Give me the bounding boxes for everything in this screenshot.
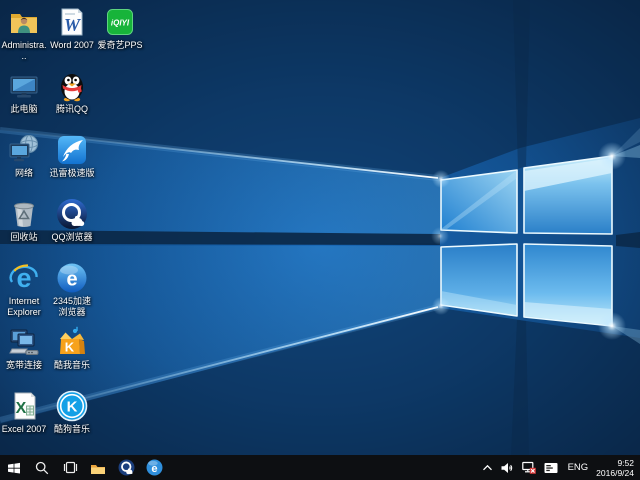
svg-text:iQIYI: iQIYI [111, 19, 130, 28]
svg-text:W: W [64, 15, 82, 35]
chevron-up-icon [482, 464, 493, 472]
broadband-connection-icon [8, 326, 40, 358]
2345-browser-taskbar-button[interactable]: e [140, 455, 168, 480]
kugou-music-icon: K [56, 390, 88, 422]
this-pc-icon [8, 70, 40, 102]
desktop-icon-kuwo-music[interactable]: K 酷我音乐 [49, 326, 95, 371]
desktop-icon-iqiyi-pps[interactable]: iQIYI 爱奇艺PPS [97, 6, 143, 51]
search-button[interactable] [28, 455, 56, 480]
desktop-icon-network[interactable]: 网络 [1, 134, 47, 179]
icon-label: 迅雷极速版 [49, 168, 94, 179]
clock-date: 2016/9/24 [596, 468, 634, 478]
desktop-icon-qq-browser[interactable]: QQ浏览器 [49, 198, 95, 243]
wallpaper-hero-art [0, 0, 640, 455]
icon-label: 2345加速浏览器 [49, 296, 95, 317]
icon-label: QQ浏览器 [51, 232, 92, 243]
svg-text:e: e [151, 463, 157, 475]
volume-button[interactable] [497, 455, 518, 480]
task-view-icon [63, 461, 78, 474]
task-view-button[interactable] [56, 455, 84, 480]
clock-time: 9:52 [617, 458, 634, 468]
desktop-icon-kugou-music[interactable]: K 酷狗音乐 [49, 390, 95, 435]
svg-text:K: K [65, 340, 75, 355]
iqiyi-pps-icon: iQIYI [104, 6, 136, 38]
desktop-icon-tencent-qq[interactable]: 腾讯QQ [49, 70, 95, 115]
icon-label: Word 2007 [50, 40, 94, 51]
network-disconnected-icon [522, 461, 536, 474]
file-explorer-icon [90, 461, 106, 475]
icon-label: 腾讯QQ [56, 104, 88, 115]
system-tray: ENG 9:52 2016/9/24 [478, 455, 640, 480]
desktop-icon-internet-explorer[interactable]: e Internet Explorer [1, 262, 47, 317]
icon-label: Excel 2007 [2, 424, 47, 435]
tencent-qq-icon [56, 70, 88, 102]
2345-browser-icon: e [56, 262, 88, 294]
excel-2007-icon: X [8, 390, 40, 422]
network-icon [8, 134, 40, 166]
internet-explorer-icon: e [8, 262, 40, 294]
desktop-icon-broadband[interactable]: 宽带连接 [1, 326, 47, 371]
svg-text:X: X [16, 400, 27, 417]
windows-10-desktop: Administra... 此电脑 [0, 0, 640, 480]
language-indicator[interactable]: ENG [562, 455, 595, 480]
file-explorer-button[interactable] [84, 455, 112, 480]
clock[interactable]: 9:52 2016/9/24 [594, 458, 640, 478]
2345-browser-icon: e [146, 459, 163, 476]
desktop-icon-word[interactable]: W Word 2007 [49, 6, 95, 51]
desktop-icon-2345-browser[interactable]: e 2345加速浏览器 [49, 262, 95, 317]
windows-logo-icon [7, 461, 21, 475]
svg-text:e: e [66, 269, 77, 291]
icon-label: Internet Explorer [1, 296, 47, 317]
network-status-button[interactable] [518, 455, 540, 480]
icon-label: 酷狗音乐 [54, 424, 90, 435]
qq-browser-icon [56, 198, 88, 230]
desktop-icon-thunder[interactable]: 迅雷极速版 [49, 134, 95, 179]
recycle-bin-icon [8, 198, 40, 230]
thunder-speed-icon [56, 134, 88, 166]
desktop-icon-this-pc[interactable]: 此电脑 [1, 70, 47, 115]
icon-label: 网络 [15, 168, 33, 179]
word-2007-icon: W [56, 6, 88, 38]
icon-label: 回收站 [10, 232, 37, 243]
qq-browser-icon [118, 459, 135, 476]
ime-button[interactable] [540, 455, 562, 480]
icon-label: 宽带连接 [6, 360, 42, 371]
desktop-icon-administrator[interactable]: Administra... [1, 6, 47, 61]
ime-keyboard-icon [544, 462, 558, 474]
desktop-icon-excel[interactable]: X Excel 2007 [1, 390, 47, 435]
icon-label: Administra... [1, 40, 47, 61]
search-icon [35, 461, 49, 475]
icon-label: 酷我音乐 [54, 360, 90, 371]
taskbar: e [0, 455, 640, 480]
icon-label: 此电脑 [10, 104, 37, 115]
start-button[interactable] [0, 455, 28, 480]
administrator-folder-icon [8, 6, 40, 38]
speaker-icon [501, 462, 514, 474]
wallpaper [0, 0, 640, 455]
desktop-icon-recycle-bin[interactable]: 回收站 [1, 198, 47, 243]
svg-text:K: K [67, 399, 78, 416]
kuwo-music-icon: K [56, 326, 88, 358]
qq-browser-taskbar-button[interactable] [112, 455, 140, 480]
icon-label: 爱奇艺PPS [97, 40, 142, 51]
tray-overflow-button[interactable] [478, 455, 497, 480]
